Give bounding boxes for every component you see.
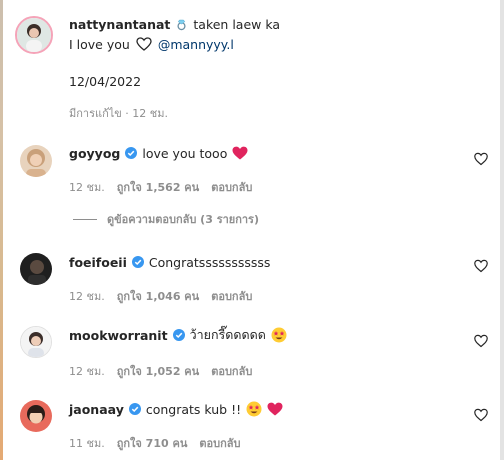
red-heart-emoji-icon	[232, 146, 248, 160]
post-caption: nattynantanat taken laew ka I love you @…	[69, 14, 484, 54]
reply-button[interactable]: ตอบกลับ	[199, 434, 240, 452]
scrollbar-track[interactable]	[500, 0, 504, 460]
poster-username[interactable]: nattynantanat	[69, 17, 170, 32]
verified-badge-icon	[128, 403, 141, 415]
comment-time: 12 ชม.	[69, 181, 105, 194]
ring-emoji-icon	[177, 19, 186, 30]
red-heart-emoji-icon	[267, 402, 283, 416]
comment-likes[interactable]: ถูกใจ 1,562 คน	[117, 178, 199, 196]
caption-line2: I love you	[69, 36, 130, 52]
like-heart-icon[interactable]	[474, 334, 488, 348]
star-struck-emoji-icon	[271, 327, 287, 343]
comment-likes[interactable]: ถูกใจ 710 คน	[117, 434, 188, 452]
like-heart-icon[interactable]	[474, 152, 488, 166]
caption-text: taken laew ka	[193, 16, 281, 32]
comment-time: 12 ชม.	[69, 365, 105, 378]
edited-timestamp: มีการแก้ไข · 12 ชม.	[69, 107, 168, 120]
verified-badge-icon	[131, 256, 144, 268]
comment-item: mookworranit ว้ายกรี๊ดดดดด 12 ชม. ถูกใจ …	[0, 326, 500, 378]
view-replies-button[interactable]: ดูข้อความตอบกลับ (3 รายการ)	[73, 210, 259, 228]
commenter-username[interactable]: mookworranit	[69, 328, 168, 343]
commenter-username[interactable]: jaonaay	[69, 402, 124, 417]
comment-item: goyyog love you tooo 12 ชม. ถูกใจ 1,562 …	[0, 144, 500, 194]
reply-button[interactable]: ตอบกลับ	[211, 178, 252, 196]
replies-divider	[73, 218, 97, 220]
reply-button[interactable]: ตอบกลับ	[211, 287, 252, 305]
comment-text: love you tooo	[142, 145, 228, 161]
background-strip	[0, 0, 3, 460]
comment-likes[interactable]: ถูกใจ 1,052 คน	[117, 362, 199, 380]
reply-button[interactable]: ตอบกลับ	[211, 362, 252, 380]
verified-badge-icon	[125, 147, 138, 159]
comment-text: ว้ายกรี๊ดดดดด	[189, 327, 266, 342]
mention-link[interactable]: @mannyyy.l	[158, 37, 234, 52]
like-heart-icon[interactable]	[474, 259, 488, 273]
comment-likes[interactable]: ถูกใจ 1,046 คน	[117, 287, 199, 305]
star-struck-emoji-icon	[246, 401, 262, 417]
poster-avatar[interactable]	[15, 16, 53, 54]
verified-badge-icon	[172, 329, 185, 341]
commenter-username[interactable]: goyyog	[69, 146, 120, 161]
comment-text: congrats kub !!	[145, 401, 242, 417]
comment-time: 12 ชม.	[69, 290, 105, 303]
like-heart-icon[interactable]	[474, 408, 488, 422]
outline-heart-icon	[136, 37, 152, 51]
commenter-username[interactable]: foeifoeii	[69, 255, 127, 270]
post-date: 12/04/2022	[69, 74, 142, 89]
comment-text: Congratsssssssssss	[148, 254, 271, 270]
view-replies-label: ดูข้อความตอบกลับ (3 รายการ)	[107, 213, 259, 226]
comment-item: jaonaay congrats kub !! 11 ชม. ถูกใจ 710…	[0, 400, 500, 450]
comment-time: 11 ชม.	[69, 437, 105, 450]
comment-item: foeifoeii Congratsssssssssss 12 ชม. ถูกใ…	[0, 253, 500, 303]
